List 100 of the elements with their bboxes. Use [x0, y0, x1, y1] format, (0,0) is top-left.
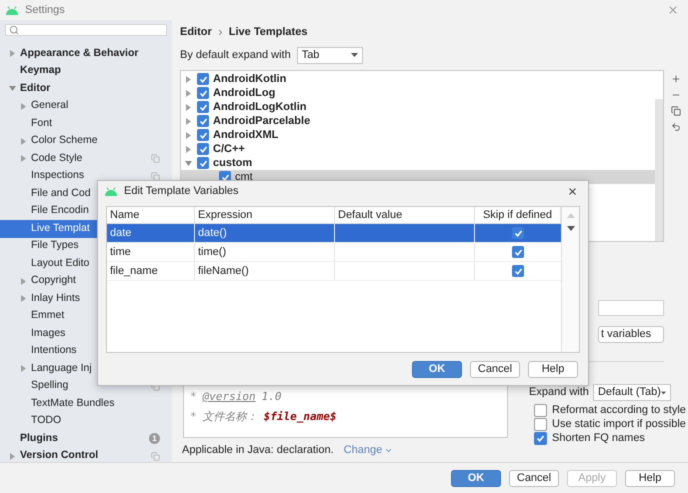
- sidebar-item-label: Language Inj: [31, 360, 92, 376]
- sidebar-item[interactable]: Language Inj: [0, 360, 172, 378]
- template-row[interactable]: AndroidParcelable: [181, 114, 655, 128]
- collapsed-arrow-icon[interactable]: [185, 146, 192, 152]
- dialog-button[interactable]: Cancel: [509, 470, 559, 486]
- sidebar-item-label: Inlay Hints: [31, 290, 80, 306]
- scroll-up-arrow-icon[interactable]: [566, 213, 574, 218]
- template-label: AndroidXML: [213, 128, 278, 143]
- checkbox[interactable]: [197, 101, 209, 113]
- add-icon[interactable]: [671, 74, 681, 84]
- template-label: AndroidLog: [213, 86, 276, 101]
- collapsed-arrow-icon[interactable]: [185, 104, 192, 110]
- count-badge: 1: [149, 433, 160, 444]
- template-label: C/C++: [213, 142, 245, 157]
- collapsed-arrow-icon[interactable]: [20, 278, 27, 285]
- text-field[interactable]: [598, 300, 664, 316]
- sidebar-item-label: Appearance & Behavior: [20, 46, 138, 61]
- collapsed-arrow-icon[interactable]: [9, 50, 16, 58]
- collapsed-arrow-icon[interactable]: [20, 295, 27, 302]
- checkbox[interactable]: [197, 87, 209, 99]
- checkbox[interactable]: [512, 246, 524, 258]
- checkbox[interactable]: [197, 115, 209, 127]
- sidebar-item-label: Font: [31, 116, 52, 131]
- template-label: AndroidKotlin: [213, 72, 286, 87]
- checkbox[interactable]: [534, 404, 547, 417]
- collapsed-arrow-icon[interactable]: [20, 138, 27, 145]
- window-title: Settings: [25, 2, 65, 18]
- column-header[interactable]: Expression: [195, 207, 335, 223]
- collapsed-arrow-icon[interactable]: [20, 155, 27, 162]
- sidebar-item[interactable]: General: [0, 98, 172, 115]
- template-row[interactable]: custom: [181, 156, 655, 170]
- collapsed-arrow-icon[interactable]: [20, 365, 27, 372]
- collapsed-arrow-icon[interactable]: [185, 132, 192, 138]
- sidebar-item[interactable]: Inspections: [0, 168, 172, 185]
- sidebar-item[interactable]: TODO: [0, 412, 172, 430]
- table-cell-text: file_name: [110, 264, 158, 279]
- checkbox[interactable]: [534, 432, 547, 445]
- search-icon: [9, 25, 19, 35]
- table-row[interactable]: file_name fileName(): [107, 262, 561, 281]
- sidebar-item[interactable]: Font: [0, 115, 172, 132]
- dialog-button[interactable]: OK: [451, 470, 501, 486]
- table-row[interactable]: time time(): [107, 243, 561, 262]
- close-icon[interactable]: [567, 186, 578, 196]
- collapsed-arrow-icon[interactable]: [9, 452, 16, 460]
- undo-icon[interactable]: [671, 122, 681, 132]
- dialog-button[interactable]: Help: [528, 360, 578, 378]
- checkbox[interactable]: [512, 265, 524, 277]
- dropdown-arrow-icon: [660, 390, 666, 394]
- table-cell-text: date(): [198, 226, 227, 241]
- template-row[interactable]: AndroidXML: [181, 128, 655, 142]
- dialog-button[interactable]: Help: [625, 470, 675, 486]
- column-header[interactable]: Name: [107, 207, 195, 223]
- template-label: custom: [213, 156, 252, 171]
- checkbox[interactable]: [197, 129, 209, 141]
- checkmark-icon: [514, 228, 522, 238]
- sidebar-item-label: Live Templat: [31, 220, 90, 236]
- collapsed-arrow-icon[interactable]: [185, 76, 192, 82]
- option-label: Shorten FQ names: [552, 431, 645, 446]
- collapsed-arrow-icon[interactable]: [20, 102, 27, 110]
- sidebar-item[interactable]: Color Scheme: [0, 132, 172, 150]
- edit-variables-button[interactable]: t variables: [598, 326, 664, 343]
- checkbox[interactable]: [534, 418, 547, 431]
- column-header[interactable]: Default value: [335, 207, 475, 223]
- sidebar-item[interactable]: Plugins 1: [0, 430, 172, 448]
- sidebar-item[interactable]: TextMate Bundles: [0, 395, 172, 412]
- sidebar-item[interactable]: Appearance & Behavior: [0, 45, 172, 62]
- dialog-button[interactable]: OK: [412, 360, 462, 378]
- template-row[interactable]: C/C++: [181, 142, 655, 156]
- copy-icon[interactable]: [671, 106, 681, 116]
- template-row[interactable]: AndroidKotlin: [181, 72, 655, 86]
- sidebar-item[interactable]: Version Control: [0, 448, 172, 465]
- search-field[interactable]: [5, 24, 167, 36]
- template-row[interactable]: AndroidLog: [181, 86, 655, 100]
- dialog-button[interactable]: Cancel: [470, 360, 520, 378]
- template-label: AndroidLogKotlin: [213, 100, 306, 115]
- checkbox[interactable]: [197, 73, 209, 85]
- scrollbar[interactable]: [561, 207, 579, 352]
- sidebar-item-label: General: [31, 98, 68, 114]
- collapsed-arrow-icon[interactable]: [185, 90, 192, 96]
- scrollbar[interactable]: [655, 99, 663, 241]
- expanded-arrow-icon[interactable]: [9, 85, 16, 92]
- checkmark-icon: [220, 172, 230, 182]
- table-row[interactable]: date date(): [107, 224, 561, 243]
- checkbox[interactable]: [512, 227, 524, 239]
- checkbox[interactable]: [197, 143, 209, 155]
- template-row[interactable]: AndroidLogKotlin: [181, 100, 655, 114]
- scroll-down-arrow-icon[interactable]: [566, 226, 574, 231]
- android-icon: [104, 186, 118, 196]
- expanded-arrow-icon[interactable]: [185, 160, 192, 166]
- sidebar-item[interactable]: Keymap: [0, 62, 172, 80]
- collapsed-arrow-icon[interactable]: [185, 118, 192, 124]
- sidebar-item[interactable]: Inlay Hints: [0, 290, 172, 308]
- sidebar-item-label: Copyright: [31, 273, 76, 288]
- sidebar-item-label: Images: [31, 326, 66, 341]
- sidebar-item-label: Color Scheme: [31, 133, 98, 148]
- sidebar-item[interactable]: Editor: [0, 80, 172, 98]
- expand-with-dropdown[interactable]: Default (Tab): [592, 384, 671, 401]
- sidebar-item[interactable]: Code Style: [0, 150, 172, 168]
- checkbox[interactable]: [197, 157, 209, 169]
- expand-dropdown[interactable]: Tab: [296, 46, 363, 64]
